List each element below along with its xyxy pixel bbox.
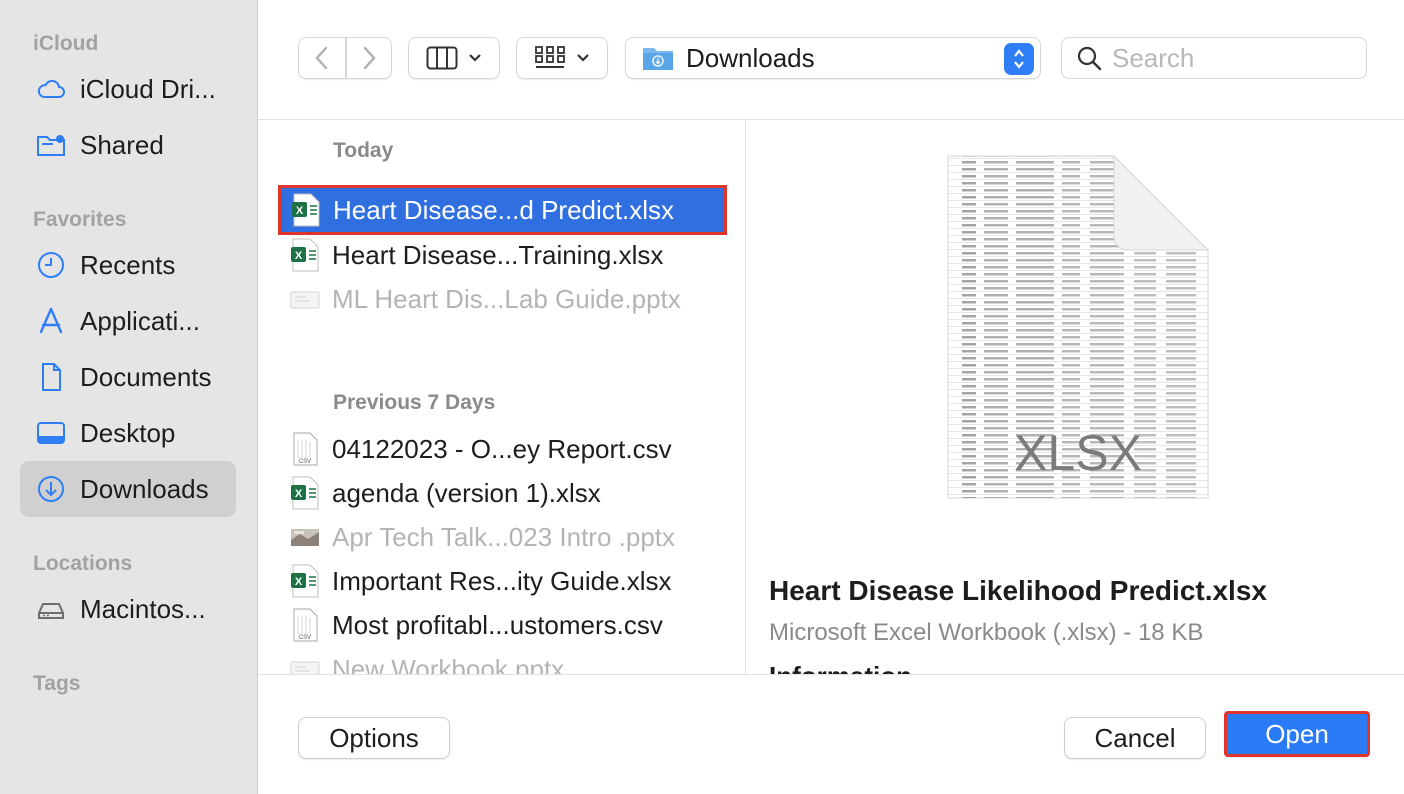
sidebar-item-documents[interactable]: Documents <box>20 349 236 405</box>
file-type-badge: XLSX <box>1014 425 1142 481</box>
desktop-icon <box>34 416 68 450</box>
sidebar-item-applications[interactable]: Applicati... <box>20 293 236 349</box>
xlsx-file-icon: X <box>291 476 319 510</box>
file-list[interactable]: Today X Heart Disease...d Predict.xlsx X… <box>258 121 746 674</box>
file-name: Heart Disease...d Predict.xlsx <box>333 194 675 225</box>
file-row[interactable]: Apr Tech Talk...023 Intro .pptx <box>280 515 726 559</box>
sidebar-item-downloads[interactable]: Downloads <box>20 461 236 517</box>
sidebar-section-icloud: iCloud <box>33 32 99 55</box>
preview-file-kind: Microsoft Excel Workbook (.xlsx) - 18 KB <box>769 619 1204 646</box>
search-input[interactable] <box>1112 42 1352 74</box>
sidebar-item-label: Documents <box>80 361 212 392</box>
xlsx-document-thumbnail: XLSX <box>947 154 1210 499</box>
applications-icon <box>34 304 68 338</box>
svg-text:X: X <box>295 576 303 588</box>
group-header-previous-7-days: Previous 7 Days <box>333 391 496 414</box>
chevron-down-icon <box>577 54 589 62</box>
chevron-left-icon <box>315 46 328 70</box>
file-name: 04122023 - O...ey Report.csv <box>332 433 672 464</box>
file-row[interactable]: CSV Most profitabl...ustomers.csv <box>280 603 726 647</box>
sidebar-item-label: Applicati... <box>80 305 200 336</box>
document-icon <box>34 360 68 394</box>
file-name: New Workbook.pptx <box>332 653 565 675</box>
preview-pane: XLSX Heart Disease Likelihood Predict.xl… <box>747 121 1404 674</box>
svg-text:X: X <box>296 205 304 217</box>
sidebar: iCloud iCloud Dri... Shared Favorites Re… <box>0 0 258 794</box>
chevron-right-icon <box>363 46 376 70</box>
svg-text:X: X <box>295 250 303 262</box>
file-row[interactable]: New Workbook.pptx <box>280 647 726 674</box>
toolbar: Downloads <box>258 0 1404 120</box>
file-name: ML Heart Dis...Lab Guide.pptx <box>332 283 681 314</box>
xlsx-file-icon: X <box>291 238 319 272</box>
sidebar-item-label: Recents <box>80 249 176 280</box>
location-label: Downloads <box>686 42 815 73</box>
preview-info-heading: Information <box>769 661 912 674</box>
group-header-today: Today <box>333 139 394 162</box>
back-button[interactable] <box>298 37 346 79</box>
csv-file-icon: CSV <box>293 608 318 642</box>
file-name: Most profitabl...ustomers.csv <box>332 609 663 640</box>
sidebar-item-recents[interactable]: Recents <box>20 237 236 293</box>
file-row[interactable]: X Important Res...ity Guide.xlsx <box>280 559 726 603</box>
columns-view-icon <box>426 46 458 70</box>
svg-text:CSV: CSV <box>299 459 311 465</box>
xlsx-file-icon: X <box>291 564 319 598</box>
location-popup[interactable]: Downloads <box>625 37 1041 79</box>
file-row[interactable]: X Heart Disease...Training.xlsx <box>280 233 726 277</box>
pptx-file-icon <box>290 291 320 309</box>
sidebar-item-macintosh-hd[interactable]: Macintos... <box>20 581 236 637</box>
search-field[interactable] <box>1061 37 1367 79</box>
chevron-down-icon <box>469 54 481 62</box>
file-row[interactable]: CSV 04122023 - O...ey Report.csv <box>280 427 726 471</box>
sidebar-item-label: Macintos... <box>80 593 206 624</box>
svg-text:X: X <box>295 488 303 500</box>
file-row[interactable]: X Heart Disease...d Predict.xlsx <box>278 185 727 235</box>
sidebar-item-label: iCloud Dri... <box>80 73 216 104</box>
sidebar-item-desktop[interactable]: Desktop <box>20 405 236 461</box>
sidebar-item-icloud-drive[interactable]: iCloud Dri... <box>20 61 236 117</box>
downloads-folder-icon <box>643 48 673 70</box>
cancel-button[interactable]: Cancel <box>1064 717 1206 759</box>
file-name: Important Res...ity Guide.xlsx <box>332 565 672 596</box>
file-name: Apr Tech Talk...023 Intro .pptx <box>332 521 676 552</box>
svg-text:CSV: CSV <box>299 635 311 641</box>
csv-file-icon: CSV <box>293 432 318 466</box>
sidebar-section-tags: Tags <box>33 672 81 695</box>
sidebar-item-label: Desktop <box>80 417 176 448</box>
downloads-icon <box>34 472 68 506</box>
sidebar-section-favorites: Favorites <box>33 208 127 231</box>
file-row[interactable]: X agenda (version 1).xlsx <box>280 471 726 515</box>
sidebar-item-label: Shared <box>80 129 164 160</box>
group-by-button[interactable] <box>516 37 608 79</box>
file-name: Heart Disease...Training.xlsx <box>332 239 664 270</box>
cloud-icon <box>34 72 68 106</box>
pptx-image-file-icon <box>291 529 319 546</box>
open-button[interactable]: Open <box>1224 711 1370 757</box>
sidebar-item-shared[interactable]: Shared <box>20 117 236 173</box>
stepper-icon <box>1004 43 1034 75</box>
file-name: agenda (version 1).xlsx <box>332 477 601 508</box>
search-icon <box>1077 46 1102 71</box>
xlsx-file-icon: X <box>292 193 320 227</box>
clock-icon <box>34 248 68 282</box>
grid-icon <box>535 46 565 68</box>
view-mode-button[interactable] <box>408 37 500 79</box>
file-row[interactable]: ML Heart Dis...Lab Guide.pptx <box>280 277 726 321</box>
options-button[interactable]: Options <box>298 717 450 759</box>
bottom-bar: Options Cancel Open <box>258 674 1404 794</box>
shared-folder-icon <box>34 128 68 162</box>
sidebar-item-label: Downloads <box>80 473 209 504</box>
sidebar-section-locations: Locations <box>33 552 133 575</box>
pptx-file-icon <box>290 661 320 674</box>
preview-file-title: Heart Disease Likelihood Predict.xlsx <box>769 575 1267 606</box>
disk-icon <box>34 592 68 626</box>
forward-button[interactable] <box>346 37 392 79</box>
